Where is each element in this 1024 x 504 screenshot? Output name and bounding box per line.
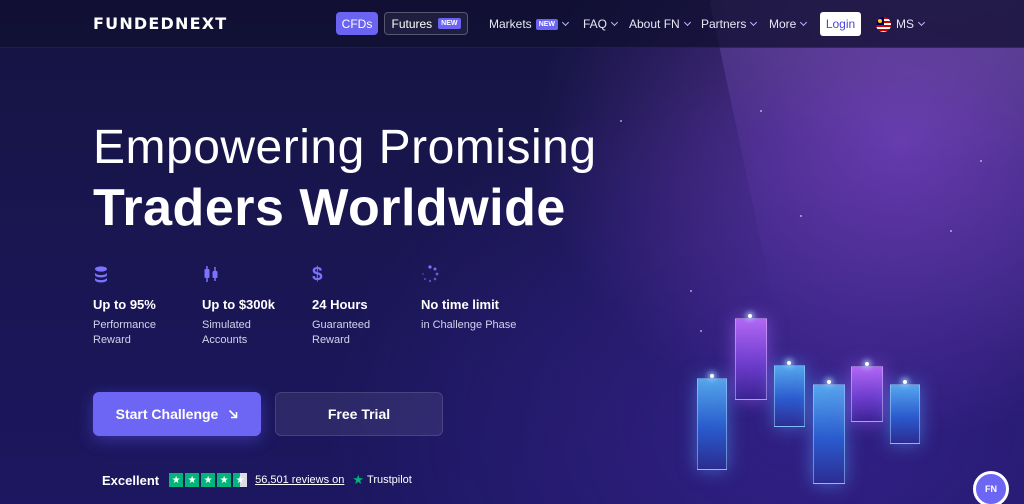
markets-menu-label: Markets [489,17,532,31]
hero-title-line2: Traders Worldwide [93,179,566,237]
star-icon: ★ [185,473,200,487]
rating-text: Excellent [102,472,160,488]
background-light-beam [709,0,1024,504]
cfds-tab[interactable]: CFDs [336,12,378,35]
rating-stars: ★ ★ ★ ★ ★ [169,473,248,487]
trustpilot-star-icon: ★ [352,472,365,487]
sparkle [787,361,791,365]
about-menu-label: About FN [629,17,680,31]
chat-widget-label: FN [985,484,997,494]
about-menu[interactable]: About FN [629,17,691,31]
start-challenge-button[interactable]: Start Challenge [93,392,261,436]
background-star [620,120,622,122]
sparkle [903,380,907,384]
background-star [700,330,702,332]
sparkle [748,314,752,318]
feature-subtitle: Reward [93,334,131,346]
star-icon: ★ [217,473,232,487]
feature-subtitle: Simulated [202,319,251,331]
free-trial-button[interactable]: Free Trial [275,392,443,436]
decorative-bar [697,378,727,470]
reviews-link[interactable]: 56,501 reviews on [255,474,344,486]
feature-subtitle: Accounts [202,334,248,346]
trustpilot-label: Trustpilot [367,474,412,486]
chat-widget-button[interactable]: FN [973,471,1009,504]
chevron-down-icon [917,18,926,27]
chevron-down-icon [683,18,691,27]
chevron-down-icon [561,18,570,27]
feature-title: Up to 95% [93,297,156,312]
decorative-bar [735,318,767,400]
decorative-bar [851,366,883,422]
decorative-bar [813,384,845,484]
decorative-bar [890,384,920,444]
sparkle [710,374,714,378]
faq-menu-label: FAQ [583,17,608,31]
malaysia-flag-icon [876,17,891,32]
background-star [800,215,802,217]
dollar-icon: $ [312,264,323,285]
spinner-icon [421,265,531,285]
background-star [980,160,982,162]
more-menu[interactable]: More [769,17,808,31]
partners-menu-label: Partners [701,17,747,31]
arrow-down-right-icon [228,406,238,422]
free-trial-label: Free Trial [327,406,391,422]
trustpilot-rating: Excellent ★ ★ ★ ★ ★ 56,501 reviews on ★ … [102,472,412,488]
star-icon: ★ [169,473,184,487]
feature-no-time-limit: No time limit in Challenge Phase [421,265,531,333]
feature-simulated-accounts: Up to $300k Simulated Accounts [202,265,312,348]
background-star [690,290,692,292]
feature-title: Up to $300k [202,297,275,312]
language-label: MS [896,17,914,31]
feature-title: No time limit [421,297,500,312]
markets-new-badge: NEW [535,18,559,30]
faq-menu[interactable]: FAQ [583,17,619,31]
hero-title-line1: Empowering Promising [93,121,597,174]
futures-tab-label: Futures [391,16,433,31]
markets-menu[interactable]: Markets NEW [489,17,570,31]
background-star [950,230,952,232]
feature-subtitle: in Challenge Phase [421,319,517,331]
futures-tab[interactable]: Futures NEW [384,12,468,35]
futures-new-badge: NEW [438,18,461,29]
partners-menu[interactable]: Partners [701,17,758,31]
feature-subtitle: Reward [312,334,350,346]
coins-stack-icon [93,265,203,285]
star-half-icon: ★ [233,473,248,487]
cfds-tab-label: CFDs [341,16,373,31]
chevron-down-icon [800,18,808,27]
fundednext-logo[interactable]: FUNDEDNEXT [93,14,227,33]
chevron-down-icon [610,18,619,27]
sparkle [827,380,831,384]
more-menu-label: More [769,17,797,31]
candlestick-icon [202,265,312,285]
chevron-down-icon [750,18,758,27]
login-button[interactable]: Login [820,12,861,36]
top-navbar: FUNDEDNEXT CFDs Futures NEW Markets NEW … [0,0,1024,48]
sparkle [865,362,869,366]
language-selector[interactable]: MS [896,17,926,31]
decorative-bar [774,365,805,427]
star-icon: ★ [201,473,216,487]
trustpilot-brand[interactable]: ★ Trustpilot [352,472,411,488]
start-challenge-label: Start Challenge [115,406,219,422]
feature-guaranteed-reward: $ 24 Hours Guaranteed Reward [312,265,422,348]
feature-subtitle: Guaranteed [312,319,371,331]
background-star [760,110,762,112]
feature-title: 24 Hours [312,297,368,312]
feature-subtitle: Performance [93,319,156,331]
feature-performance-reward: Up to 95% Performance Reward [93,265,203,348]
